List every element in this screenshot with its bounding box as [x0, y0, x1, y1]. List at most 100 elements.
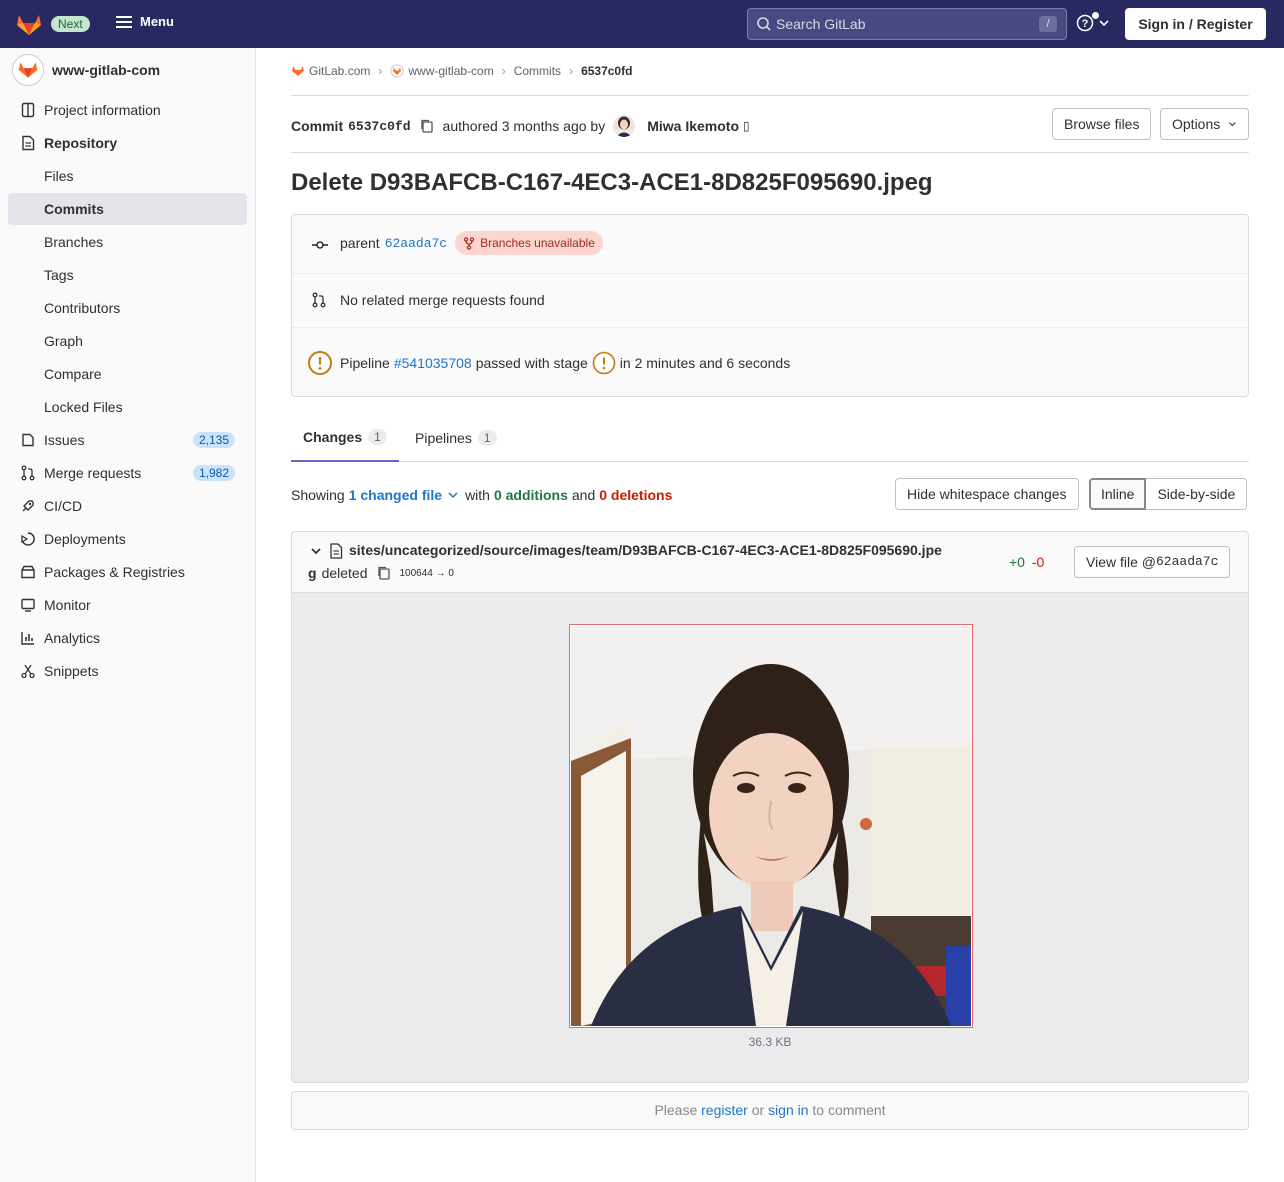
monitor-icon: [20, 597, 36, 613]
sidebar-item-graph[interactable]: Graph: [8, 325, 247, 357]
sidebar-item-monitor[interactable]: Monitor: [8, 589, 247, 621]
file-path-link[interactable]: sites/uncategorized/source/images/team/D…: [349, 542, 942, 558]
diff-file-header: sites/uncategorized/source/images/team/D…: [292, 532, 1248, 593]
diff-view-toggle: Inline Side-by-side: [1089, 478, 1248, 510]
sign-in-register-button[interactable]: Sign in / Register: [1125, 8, 1266, 40]
browse-files-button[interactable]: Browse files: [1052, 108, 1152, 140]
sidebar-item-branches[interactable]: Branches: [8, 226, 247, 258]
commit-sha: 6537c0fd: [348, 118, 411, 134]
with-label: with: [465, 487, 490, 503]
commit-icon: [312, 241, 328, 249]
divider: [291, 95, 1249, 96]
register-link[interactable]: register: [701, 1102, 748, 1118]
side-by-side-view-button[interactable]: Side-by-side: [1146, 478, 1248, 510]
sidebar-item-commits[interactable]: Commits: [8, 193, 247, 225]
pipeline-warning-icon[interactable]: [307, 350, 333, 376]
changed-files-label: 1 changed file: [348, 487, 443, 503]
sidebar-item-analytics[interactable]: Analytics: [8, 622, 247, 654]
chevron-down-icon: [1229, 122, 1236, 127]
changed-files-dropdown[interactable]: 1 changed file: [349, 487, 459, 503]
pipeline-label: Pipeline: [340, 355, 390, 371]
project-header[interactable]: www-gitlab-com: [12, 54, 160, 86]
breadcrumb-gitlab[interactable]: GitLab.com: [309, 64, 370, 78]
chevron-down-icon: [448, 492, 458, 499]
package-icon: [20, 564, 36, 580]
divider: [292, 273, 1248, 274]
tab-count-badge: 1: [368, 429, 387, 445]
breadcrumb-commits[interactable]: Commits: [514, 64, 561, 78]
sign-in-link[interactable]: sign in: [768, 1102, 808, 1118]
parent-label: parent: [340, 235, 380, 251]
help-dropdown[interactable]: ?: [1076, 12, 1110, 32]
divider: [292, 327, 1248, 328]
parent-sha-link[interactable]: 62aada7c: [385, 236, 447, 251]
issues-icon: [20, 432, 36, 448]
project-avatar: [12, 54, 44, 86]
sidebar-item-deployments[interactable]: Deployments: [8, 523, 247, 555]
sidebar-item-files[interactable]: Files: [8, 160, 247, 192]
menu-button[interactable]: Menu: [116, 14, 174, 29]
sidebar-item-locked-files[interactable]: Locked Files: [8, 391, 247, 423]
project-icon: [20, 102, 36, 118]
breadcrumb-current-commit[interactable]: 6537c0fd: [581, 64, 632, 78]
chevron-right-icon: ›: [569, 64, 574, 78]
view-file-button[interactable]: View file @ 62aada7c: [1074, 546, 1231, 578]
tab-changes[interactable]: Changes 1: [291, 414, 399, 462]
search-shortcut-hint: /: [1039, 16, 1057, 32]
chevron-down-icon[interactable]: [310, 545, 322, 557]
sidebar-item-label: Issues: [44, 432, 85, 448]
sidebar-item-contributors[interactable]: Contributors: [8, 292, 247, 324]
pipeline-row: Pipeline #541035708 passed with stage in…: [292, 349, 1248, 377]
tab-count-badge: 1: [477, 429, 497, 446]
sidebar-item-packages-registries[interactable]: Packages & Registries: [8, 556, 247, 588]
commit-info-box: parent 62aada7c Branches unavailable No …: [291, 214, 1249, 397]
sidebar-item-label: Files: [44, 168, 74, 184]
profile-photo: [571, 626, 971, 1026]
hide-whitespace-button[interactable]: Hide whitespace changes: [895, 478, 1079, 510]
divider: [291, 152, 1249, 153]
copy-icon[interactable]: [376, 565, 392, 581]
sidebar-item-label: Repository: [44, 135, 118, 151]
file-deletions: -0: [1031, 554, 1045, 570]
chart-icon: [20, 630, 36, 646]
deployments-icon: [20, 531, 36, 547]
please-label: Please: [654, 1102, 698, 1118]
gitlab-logo-icon[interactable]: [16, 11, 42, 37]
sidebar-item-snippets[interactable]: Snippets: [8, 655, 247, 687]
next-badge[interactable]: Next: [51, 16, 90, 32]
sidebar-item-label: Commits: [44, 201, 104, 217]
sidebar-item-merge-requests[interactable]: Merge requests 1,982: [8, 457, 247, 489]
branches-unavailable-badge: Branches unavailable: [455, 231, 603, 255]
breadcrumb-project[interactable]: www-gitlab-com: [408, 64, 493, 78]
gitlab-logo-icon: [18, 62, 38, 78]
sidebar-item-label: Branches: [44, 234, 104, 250]
and-label: and: [571, 487, 596, 503]
tab-pipelines[interactable]: Pipelines 1: [415, 414, 497, 461]
author-avatar[interactable]: [613, 115, 636, 137]
author-name-link[interactable]: Miwa Ikemoto: [647, 118, 739, 134]
pipeline-duration-text: in 2 minutes and 6 seconds: [619, 355, 791, 371]
search-input[interactable]: [776, 16, 1036, 32]
tab-label: Pipelines: [415, 429, 472, 446]
copy-icon[interactable]: [419, 118, 435, 134]
sidebar-item-compare[interactable]: Compare: [8, 358, 247, 390]
sidebar-item-label: Deployments: [44, 531, 126, 547]
tab-label: Changes: [303, 429, 363, 445]
diff-file: sites/uncategorized/source/images/team/D…: [291, 531, 1249, 1083]
sidebar-item-tags[interactable]: Tags: [8, 259, 247, 291]
stage-warning-icon[interactable]: [592, 351, 616, 375]
merge-request-row: No related merge requests found: [292, 290, 1248, 310]
sidebar-item-project-information[interactable]: Project information: [8, 94, 247, 126]
sidebar-item-ci-cd[interactable]: CI/CD: [8, 490, 247, 522]
hamburger-icon: [116, 15, 132, 28]
sidebar-item-issues[interactable]: Issues 2,135: [8, 424, 247, 456]
options-dropdown[interactable]: Options: [1160, 108, 1249, 140]
search-box[interactable]: /: [747, 8, 1067, 40]
pipeline-link[interactable]: #541035708: [394, 355, 472, 371]
commit-label: Commit: [291, 118, 344, 134]
project-name: www-gitlab-com: [52, 62, 161, 78]
sidebar-item-repository[interactable]: Repository: [8, 127, 247, 159]
inline-view-button[interactable]: Inline: [1089, 478, 1147, 510]
authored-text: authored 3 months ago by: [442, 118, 606, 134]
file-additions: +0: [1009, 554, 1025, 570]
